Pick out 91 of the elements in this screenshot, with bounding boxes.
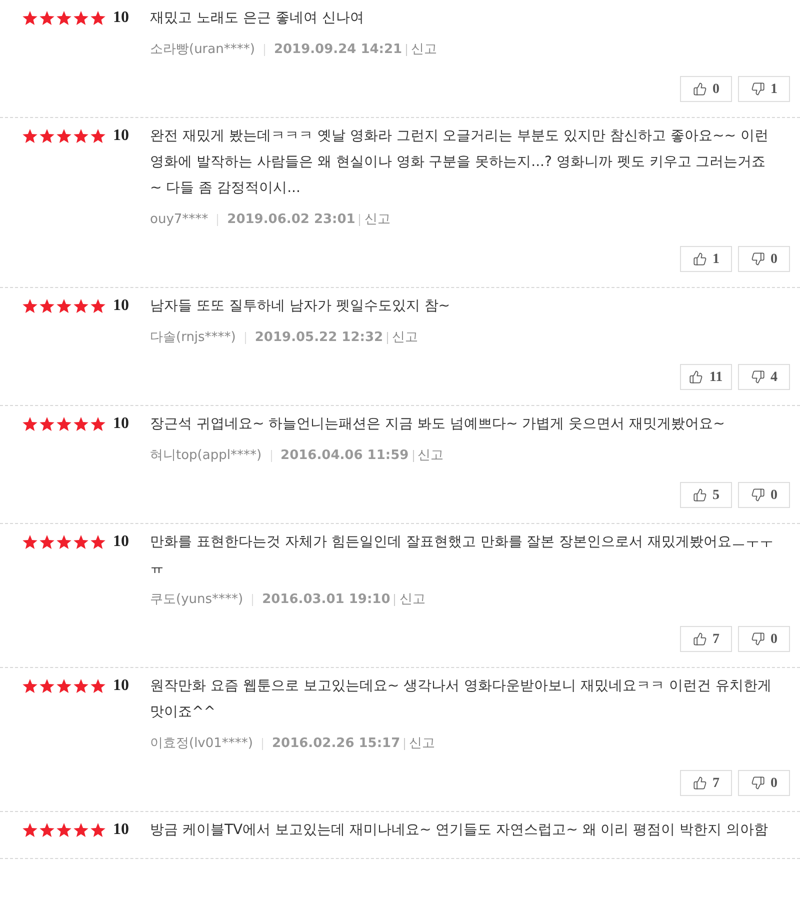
thumbs-down-icon [750,488,764,502]
report-link[interactable]: 신고 [399,590,426,610]
star-icon [39,298,55,314]
review-text: 완전 재밌게 봤는데ㅋㅋㅋ 옛날 영화라 그런지 오글거리는 부분도 있지만 참신하고 좋아요~~ 이런 영화에 발작하는 사람들은 왜 현실이나 영화 구분을 못하는지...? 영화니까 펫도 키우고 그러는거죠~ 다들 좀 감정적이시... [150,127,770,198]
dislike-button[interactable]: 4 [738,364,790,390]
star-icon [39,10,55,26]
thumbs-up-icon [692,488,706,502]
thumbs-up-icon [692,776,706,790]
star-icon [90,416,106,432]
like-button[interactable]: 0 [680,76,732,102]
star-icon [56,128,72,144]
author-name: ouy7**** [150,211,208,230]
report-link[interactable]: 신고 [409,734,436,754]
star-icon [90,678,106,694]
dislike-button[interactable]: 0 [738,482,790,508]
review-text: 방금 케이블TV에서 보고있는데 재미나네요~ 연기들도 자연스럽고~ 왜 이리 평점이 박한지 의아함 [150,821,770,840]
star-icon [56,534,72,550]
star-icon [56,822,72,838]
thumbs-down-icon [750,632,764,646]
like-button[interactable]: 7 [680,626,732,652]
author-name: 쿠도(yuns****) [150,591,244,610]
thumbs-up-icon [689,370,704,384]
rating-score: 10 [113,8,129,28]
rating-score: 10 [113,126,129,146]
star-icon [90,10,106,26]
star-icon [39,416,55,432]
dislike-button[interactable]: 1 [738,76,790,102]
report-link[interactable]: 신고 [364,210,390,230]
review-date: 2019.06.02 23:01 [227,211,356,230]
star-icon [90,822,106,838]
rating-score: 10 [113,414,129,434]
report-link[interactable]: 신고 [418,446,444,466]
star-icon [73,10,89,26]
star-icon [73,822,89,838]
review-text: 남자들 또또 질투하네 남자가 펫일수도있지 참~ [150,297,451,316]
star-icon [39,128,55,144]
star-icon [22,822,38,838]
star-icon [73,416,89,432]
star-icon [22,678,38,694]
star-icon [56,10,72,26]
review-date: 2019.09.24 14:21 [274,41,402,60]
thumbs-down-icon [750,252,764,266]
star-icon [22,298,38,314]
star-icon [90,534,106,550]
star-icon [73,298,89,314]
thumbs-down-icon [750,370,764,384]
review-text: 재밌고 노래도 은근 좋네여 신나여 [150,9,365,28]
thumbs-down-icon [750,776,764,790]
star-icon [56,678,72,694]
star-icon [39,822,55,838]
author-name: 이효정(lv01****) [150,735,253,754]
star-icon [39,678,55,694]
dislike-button[interactable]: 0 [738,770,790,796]
star-icon [39,534,55,550]
like-button[interactable]: 7 [680,770,732,796]
star-icon [90,128,106,144]
star-icon [73,534,89,550]
star-icon [56,298,72,314]
star-icon [22,10,38,26]
thumbs-up-icon [692,632,706,646]
review-date: 2016.02.26 15:17 [272,735,400,754]
review-text: 만화를 표현한다는것 자체가 힘든일인데 잘표현했고 만화를 잘본 장본인으로서 재밌게봤어요ㅡㅜㅜㅠ [150,533,775,578]
rating-score: 10 [113,532,129,552]
rating-score: 10 [113,296,129,316]
thumbs-down-icon [750,82,764,96]
review-text: 장근석 귀엽네요~ 하늘언니는패션은 지금 봐도 넘예쁘다~ 가볍게 웃으면서 재밋게봤어요~ [150,415,726,434]
like-button[interactable]: 11 [680,364,732,390]
review-date: 2016.03.01 19:10 [262,591,390,610]
author-name: 소라빵(uran****) [150,41,255,60]
dislike-button[interactable]: 0 [738,246,790,272]
dislike-button[interactable]: 0 [738,626,790,652]
star-icon [22,416,38,432]
thumbs-up-icon [692,82,706,96]
like-button[interactable]: 5 [680,482,732,508]
report-link[interactable]: 신고 [411,40,438,60]
like-button[interactable]: 1 [680,246,732,272]
star-icon [22,128,38,144]
review-date: 2019.05.22 12:32 [254,329,384,348]
star-icon [73,128,89,144]
star-icon [22,534,38,550]
author-name: 다솔(rnjs****) [150,329,236,348]
star-icon [90,298,106,314]
review-date: 2016.04.06 11:59 [280,447,409,466]
author-name: 혀니top(appl****) [150,447,262,466]
star-icon [56,416,72,432]
report-link[interactable]: 신고 [392,328,418,348]
thumbs-up-icon [692,252,706,266]
star-icon [73,678,89,694]
review-text: 원작만화 요즘 웹툰으로 보고있는데요~ 생각나서 영화다운받아보니 재밌네요ㅋㅋ 이런건 유치한게 맛이죠^^ [150,677,772,722]
rating-score: 10 [113,676,129,696]
rating-score: 10 [113,820,129,840]
